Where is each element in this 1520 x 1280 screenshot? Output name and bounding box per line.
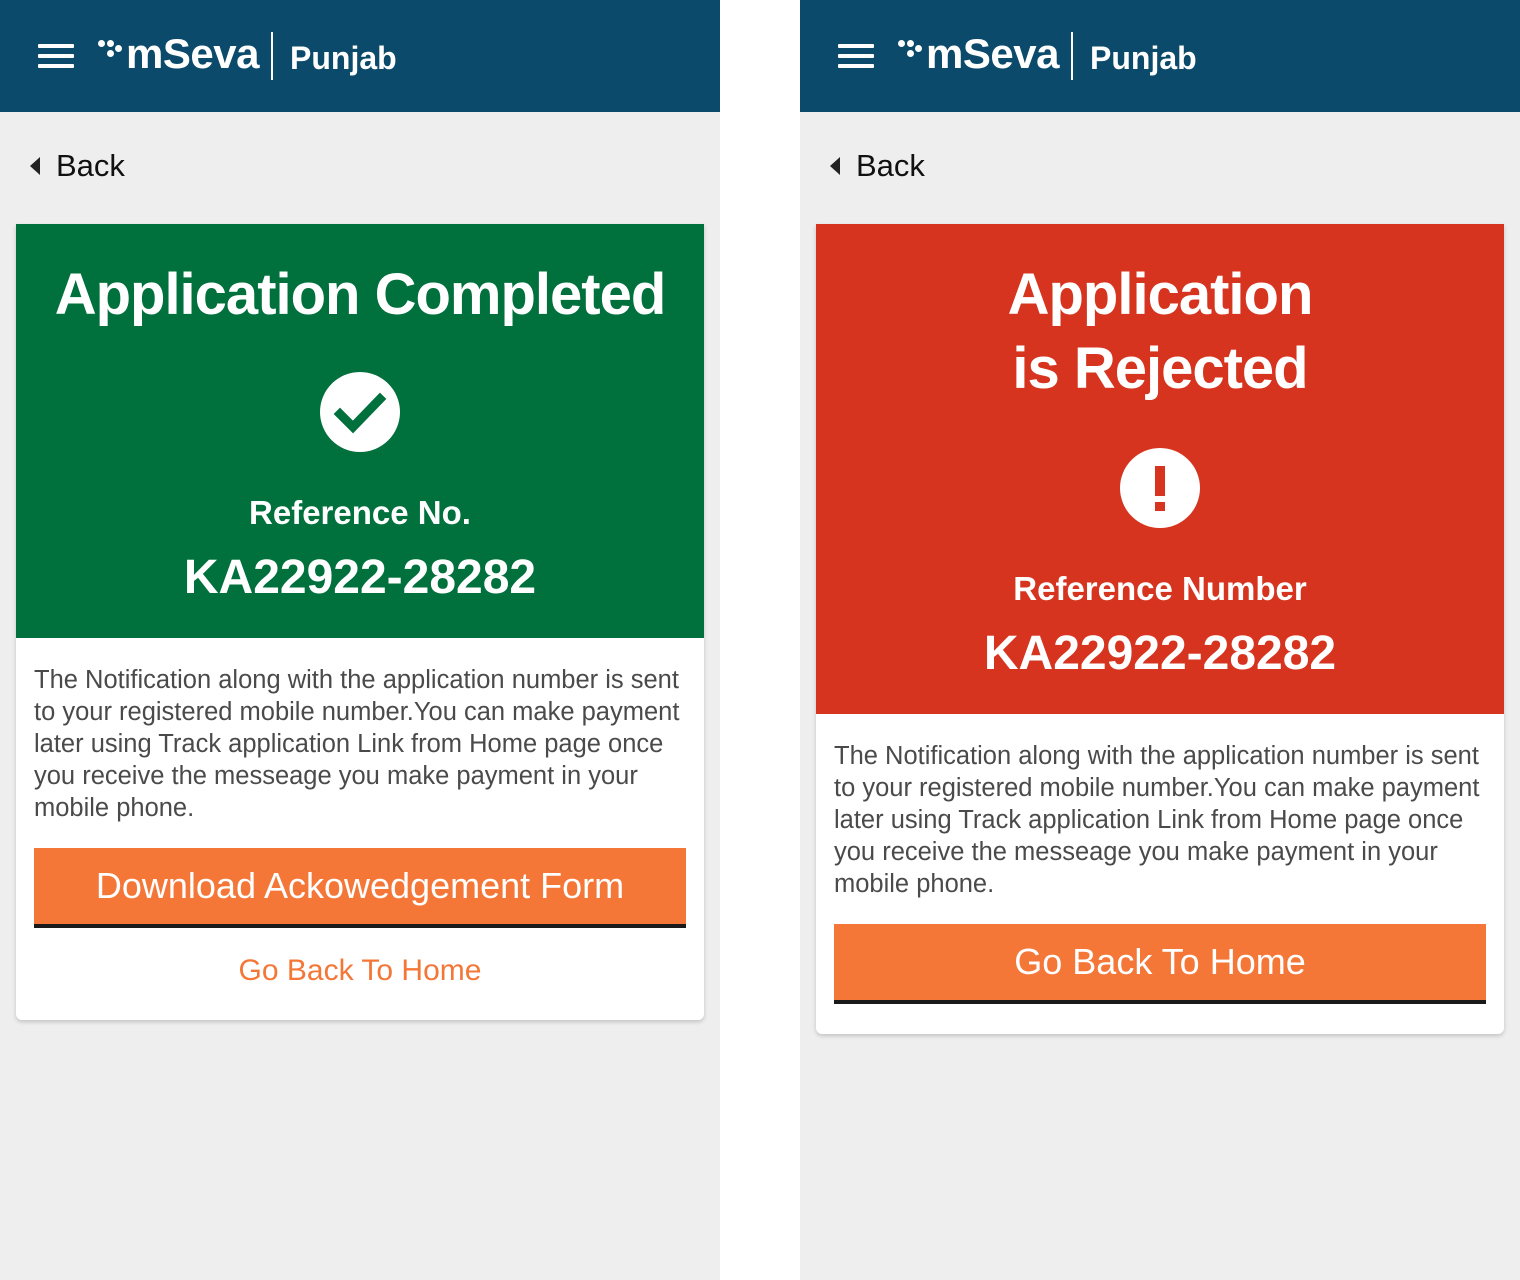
exclamation-circle-icon <box>1120 448 1200 528</box>
reference-label: Reference No. <box>249 494 471 531</box>
mseva-logo-icon <box>98 40 124 70</box>
rejected-screen: mSeva Punjab Back Application is Rejecte… <box>800 0 1520 1280</box>
app-header: mSeva Punjab <box>0 0 720 112</box>
region-name: Punjab <box>1090 40 1197 76</box>
check-circle-icon <box>320 372 400 452</box>
notification-message: The Notification along with the applicat… <box>34 666 680 822</box>
menu-icon[interactable] <box>38 44 74 70</box>
menu-icon[interactable] <box>838 44 874 70</box>
brand-divider <box>271 32 273 80</box>
region-name: Punjab <box>290 40 397 76</box>
download-acknowledgement-button[interactable]: Download Ackowedgement Form <box>34 848 686 928</box>
mseva-logo-icon <box>898 40 924 70</box>
brand-divider <box>1071 32 1073 80</box>
notification-message: The Notification along with the applicat… <box>834 742 1480 898</box>
app-header: mSeva Punjab <box>800 0 1520 112</box>
brand-name: mSeva <box>926 30 1059 77</box>
status-card: Application Completed Reference No. KA22… <box>16 224 704 1020</box>
card-body: The Notification along with the applicat… <box>816 714 1504 1034</box>
back-caret-icon <box>830 157 840 175</box>
status-banner: Application is Rejected Reference Number… <box>816 224 1504 714</box>
back-button[interactable]: Back <box>30 144 125 188</box>
status-title: Application Completed <box>54 262 667 327</box>
go-back-home-link[interactable]: Go Back To Home <box>34 954 686 1020</box>
status-card: Application is Rejected Reference Number… <box>816 224 1504 1034</box>
success-screen: mSeva Punjab Back Application Completed … <box>0 0 720 1280</box>
status-title: Application is Rejected <box>1007 262 1314 401</box>
back-caret-icon <box>30 157 40 175</box>
brand-name: mSeva <box>126 30 259 77</box>
card-body: The Notification along with the applicat… <box>16 638 704 1020</box>
reference-number: KA22922-28282 <box>183 551 537 604</box>
back-button[interactable]: Back <box>830 144 925 188</box>
reference-number: KA22922-28282 <box>983 627 1337 680</box>
reference-label: Reference Number <box>1013 570 1307 607</box>
back-label: Back <box>856 148 925 183</box>
back-label: Back <box>56 148 125 183</box>
status-banner: Application Completed Reference No. KA22… <box>16 224 704 638</box>
go-back-home-button[interactable]: Go Back To Home <box>834 924 1486 1004</box>
